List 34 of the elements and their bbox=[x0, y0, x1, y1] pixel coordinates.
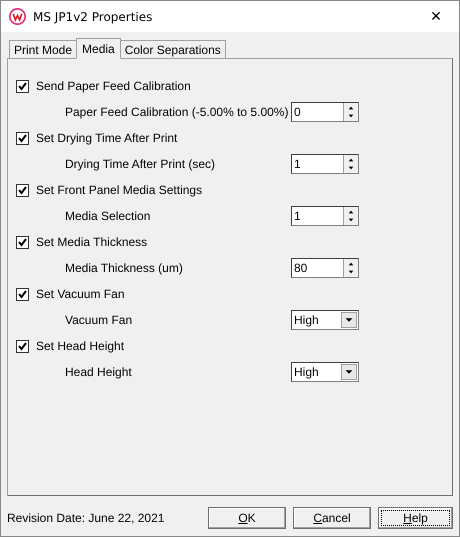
revision-date: Revision Date: June 22, 2021 bbox=[7, 511, 164, 525]
checkbox-label: Set Vacuum Fan bbox=[36, 287, 124, 301]
spin-field[interactable]: 1 bbox=[291, 154, 359, 174]
setting-label: Head Height bbox=[64, 365, 133, 379]
spin-field[interactable]: 1 bbox=[291, 206, 359, 226]
dialog-button[interactable]: Help bbox=[378, 507, 453, 529]
checkbox[interactable] bbox=[16, 288, 29, 300]
setting-label: Media Selection bbox=[64, 209, 152, 223]
dialog-button[interactable]: Cancel bbox=[293, 507, 371, 529]
spin-field[interactable]: 80 bbox=[291, 258, 359, 278]
checkbox[interactable] bbox=[16, 340, 29, 352]
checkbox[interactable] bbox=[16, 236, 29, 248]
checkbox-label: Send Paper Feed Calibration bbox=[36, 79, 191, 93]
tab[interactable]: Color Separations bbox=[120, 40, 226, 58]
tab[interactable]: Print Mode bbox=[9, 40, 78, 58]
dialog-button[interactable]: OK bbox=[208, 507, 286, 529]
tab[interactable]: Media bbox=[76, 38, 121, 59]
close-button[interactable]: ✕ bbox=[413, 1, 459, 32]
window-title: MS JP1v2 Properties bbox=[33, 10, 154, 24]
setting-label: Paper Feed Calibration (-5.00% to 5.00%) bbox=[64, 105, 290, 119]
checkbox-label: Set Media Thickness bbox=[36, 235, 148, 249]
spin-field[interactable]: 0 bbox=[291, 102, 359, 122]
checkbox-label: Set Head Height bbox=[36, 339, 124, 353]
dropdown-field[interactable]: High bbox=[291, 310, 359, 330]
setting-label: Drying Time After Print (sec) bbox=[64, 157, 216, 171]
app-logo-icon bbox=[9, 8, 26, 25]
checkbox-label: Set Front Panel Media Settings bbox=[36, 183, 202, 197]
checkbox[interactable] bbox=[16, 184, 29, 196]
checkbox-label: Set Drying Time After Print bbox=[36, 131, 178, 145]
checkbox[interactable] bbox=[16, 132, 29, 144]
checkbox[interactable] bbox=[16, 80, 29, 92]
dropdown-field[interactable]: High bbox=[291, 362, 359, 382]
setting-label: Media Thickness (um) bbox=[64, 261, 184, 275]
setting-label: Vacuum Fan bbox=[64, 313, 134, 327]
